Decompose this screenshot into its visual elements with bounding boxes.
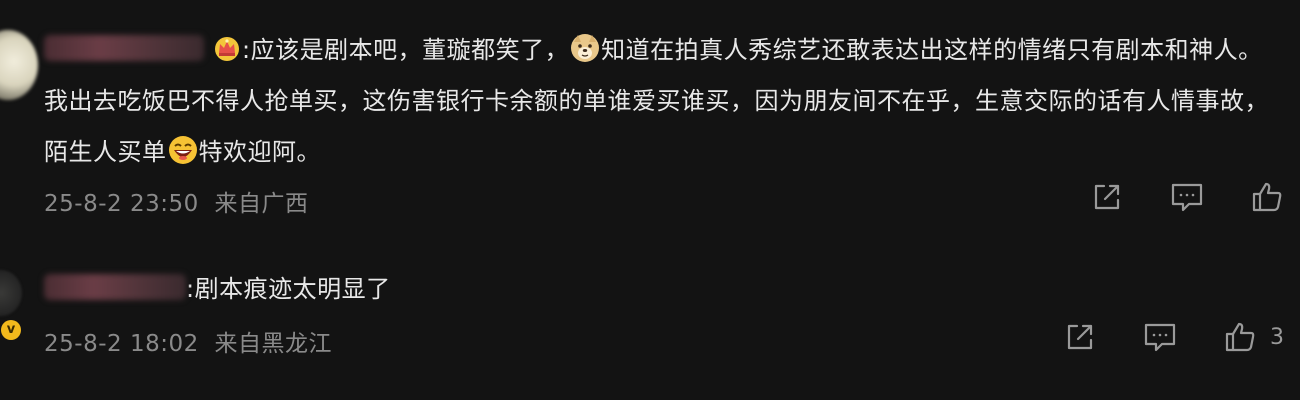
- like-button[interactable]: [1250, 180, 1284, 214]
- avatar[interactable]: [0, 270, 22, 316]
- username[interactable]: [44, 35, 204, 61]
- like-icon: [1225, 322, 1255, 352]
- share-icon: [1094, 184, 1119, 210]
- like-count: 3: [1270, 324, 1284, 350]
- comment-text: :应该是剧本吧，董璇都笑了， 知道在拍真人秀综艺还敢表达出这样的情绪只有剧本和神…: [44, 25, 1280, 178]
- comment-actions: 3: [1023, 320, 1284, 354]
- comment-icon: [1171, 183, 1203, 212]
- avatar[interactable]: [0, 30, 38, 100]
- comment-item: :剧本痕迹太明显了 25-8-2 18:02 来自黑龙江 3: [0, 250, 1300, 400]
- verified-badge-icon: v: [1, 320, 21, 340]
- comment-location: 来自广西: [214, 191, 309, 217]
- share-button[interactable]: [1090, 180, 1124, 214]
- laughing-emoji: [168, 136, 197, 164]
- comment-icon: [1144, 323, 1175, 352]
- like-icon: [1252, 182, 1282, 212]
- comment-location: 来自黑龙江: [214, 331, 333, 357]
- comment-time: 25-8-2 18:02: [44, 331, 199, 357]
- username[interactable]: [44, 274, 186, 300]
- comment-meta: 25-8-2 23:50 来自广西: [44, 184, 309, 218]
- crown-icon: [215, 37, 239, 61]
- doge-emoji: [571, 34, 600, 62]
- comment-time: 25-8-2 23:50: [44, 191, 199, 217]
- comment-item: :应该是剧本吧，董璇都笑了， 知道在拍真人秀综艺还敢表达出这样的情绪只有剧本和神…: [0, 0, 1300, 240]
- comment-actions: [1050, 180, 1284, 214]
- comment-button[interactable]: [1169, 180, 1205, 214]
- comment-text: :剧本痕迹太明显了: [44, 264, 1280, 315]
- like-button[interactable]: 3: [1223, 320, 1284, 354]
- comment-button[interactable]: [1142, 320, 1178, 354]
- comment-meta: 25-8-2 18:02 来自黑龙江: [44, 324, 332, 358]
- share-icon: [1067, 324, 1092, 350]
- share-button[interactable]: [1063, 320, 1097, 354]
